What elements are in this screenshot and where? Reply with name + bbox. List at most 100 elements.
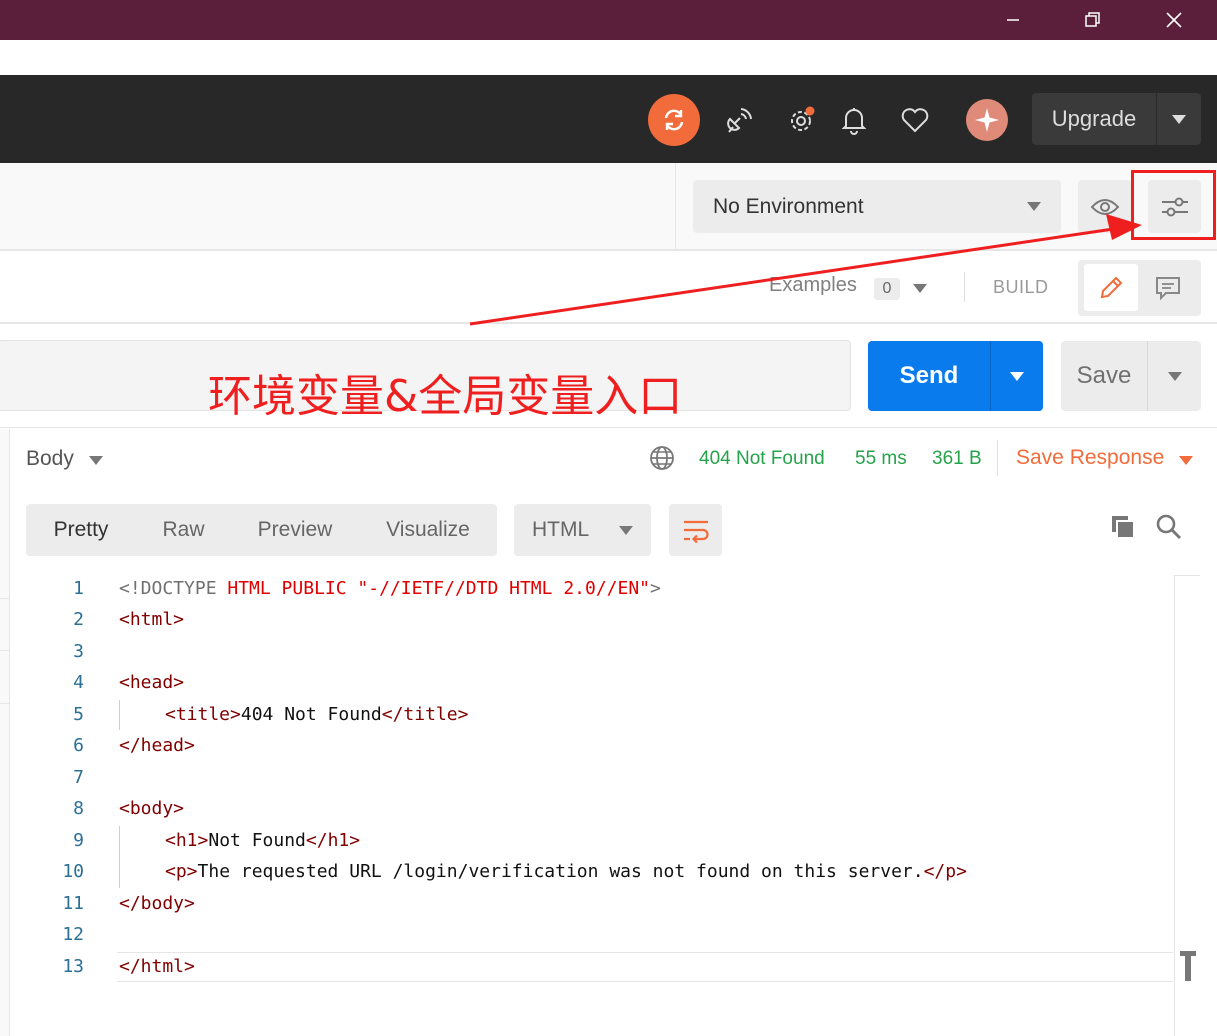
left-panel-edge bbox=[0, 429, 10, 1036]
notifications-button[interactable] bbox=[828, 94, 880, 146]
toolbar-divider bbox=[964, 272, 965, 302]
tab-pretty[interactable]: Pretty bbox=[26, 504, 136, 556]
send-options-dropdown[interactable] bbox=[991, 371, 1043, 381]
edit-mode-button[interactable] bbox=[1084, 264, 1138, 311]
code-line: <body> bbox=[119, 798, 184, 819]
chevron-down-icon bbox=[619, 525, 633, 535]
code-token: HTML PUBLIC "-//IETF//DTD HTML 2.0//EN" bbox=[227, 578, 651, 599]
response-divider bbox=[997, 440, 998, 476]
response-time[interactable]: 55 ms bbox=[855, 448, 907, 470]
line-number: 2 bbox=[73, 609, 84, 630]
comments-button[interactable] bbox=[1141, 264, 1195, 311]
examples-count-badge: 0 bbox=[874, 278, 900, 300]
code-token: Not Found bbox=[208, 830, 306, 851]
tab-preview[interactable]: Preview bbox=[231, 504, 359, 556]
current-line-highlight bbox=[117, 952, 1173, 982]
network-info-button[interactable] bbox=[648, 444, 676, 477]
code-line: <html> bbox=[119, 609, 184, 630]
close-button[interactable] bbox=[1151, 0, 1197, 40]
save-label: Save bbox=[1076, 362, 1132, 389]
code-token: </body> bbox=[119, 893, 195, 914]
response-status[interactable]: 404 Not Found bbox=[699, 448, 825, 470]
wrap-lines-icon bbox=[683, 520, 709, 543]
word-wrap-button[interactable] bbox=[669, 504, 722, 556]
annotation-highlight-box bbox=[1131, 170, 1216, 240]
code-line: <h1>Not Found</h1> bbox=[165, 830, 360, 851]
chevron-down-icon bbox=[1172, 114, 1186, 124]
code-token: </html> bbox=[119, 956, 195, 977]
response-section-dropdown[interactable] bbox=[89, 452, 103, 470]
build-mode-label[interactable]: BUILD bbox=[993, 277, 1049, 298]
environment-selected-value: No Environment bbox=[713, 194, 864, 218]
sync-icon bbox=[664, 109, 684, 131]
code-line: </head> bbox=[119, 735, 195, 756]
line-number: 5 bbox=[73, 704, 84, 725]
bell-icon bbox=[841, 108, 867, 135]
line-number: 11 bbox=[62, 893, 84, 914]
line-number: 9 bbox=[73, 830, 84, 851]
tab-raw[interactable]: Raw bbox=[136, 504, 231, 556]
save-options-dropdown[interactable] bbox=[1148, 371, 1201, 381]
copy-button[interactable] bbox=[1109, 513, 1137, 546]
minimize-button[interactable] bbox=[990, 0, 1036, 40]
environment-select[interactable]: No Environment bbox=[693, 180, 1061, 233]
chevron-down-icon bbox=[1179, 456, 1193, 465]
heart-icon bbox=[901, 108, 929, 133]
response-body-tab[interactable]: Body bbox=[26, 447, 74, 471]
user-avatar-button[interactable] bbox=[961, 94, 1013, 146]
code-token: 404 Not Found bbox=[240, 704, 382, 725]
code-line: </body> bbox=[119, 893, 195, 914]
send-button[interactable]: Send bbox=[868, 341, 1043, 411]
environment-quick-look-button[interactable] bbox=[1078, 180, 1132, 233]
settings-icon bbox=[791, 106, 815, 131]
left-panel-divider bbox=[0, 703, 10, 704]
save-response-button[interactable]: Save Response bbox=[1016, 446, 1164, 470]
save-response-dropdown[interactable] bbox=[1179, 452, 1193, 470]
line-number: 8 bbox=[73, 798, 84, 819]
line-number: 12 bbox=[62, 924, 84, 945]
code-token: > bbox=[650, 578, 661, 599]
eye-icon bbox=[1090, 198, 1120, 215]
maximize-button[interactable] bbox=[1070, 0, 1116, 40]
examples-dropdown[interactable] bbox=[913, 280, 927, 298]
capture-requests-button[interactable] bbox=[714, 94, 766, 146]
line-number: 7 bbox=[73, 767, 84, 788]
line-number: 10 bbox=[62, 861, 84, 882]
close-icon bbox=[1166, 12, 1182, 28]
code-token: <body> bbox=[119, 798, 185, 819]
chevron-down-icon bbox=[89, 456, 103, 465]
save-button[interactable]: Save bbox=[1061, 341, 1201, 411]
line-number: 6 bbox=[73, 735, 84, 756]
annotation-label: 环境变量&全局变量入口 bbox=[208, 371, 683, 422]
line-number: 13 bbox=[62, 956, 84, 977]
sync-button[interactable] bbox=[648, 94, 700, 146]
language-select[interactable]: HTML bbox=[514, 504, 651, 556]
send-label: Send bbox=[899, 362, 959, 389]
line-number: 3 bbox=[73, 641, 84, 662]
code-line: </html> bbox=[119, 956, 195, 977]
language-selected-value: HTML bbox=[532, 518, 590, 541]
upgrade-dropdown[interactable] bbox=[1157, 114, 1201, 124]
response-size[interactable]: 361 B bbox=[932, 448, 982, 470]
indent-guide bbox=[119, 826, 120, 888]
settings-button[interactable] bbox=[775, 94, 827, 146]
restore-icon bbox=[1085, 12, 1100, 27]
search-button[interactable] bbox=[1155, 513, 1183, 546]
comment-icon bbox=[1156, 276, 1180, 300]
tab-visualize[interactable]: Visualize bbox=[359, 504, 497, 556]
code-token: <p> bbox=[165, 861, 198, 882]
chevron-down-icon bbox=[1027, 202, 1041, 211]
response-view-tabs: Pretty Raw Preview Visualize bbox=[26, 504, 497, 556]
code-token: </p> bbox=[923, 861, 967, 882]
editor-scrollbar-edge bbox=[1174, 575, 1200, 576]
left-panel-divider bbox=[0, 650, 10, 651]
upgrade-label: Upgrade bbox=[1051, 106, 1137, 131]
examples-label[interactable]: Examples bbox=[769, 274, 857, 297]
code-token: <h1> bbox=[165, 830, 209, 851]
globe-icon bbox=[650, 446, 674, 470]
search-icon bbox=[1156, 514, 1181, 539]
favorites-button[interactable] bbox=[889, 94, 941, 146]
code-token: </h1> bbox=[305, 830, 361, 851]
upgrade-button[interactable]: Upgrade bbox=[1032, 93, 1201, 145]
code-line: <!DOCTYPE HTML PUBLIC "-//IETF//DTD HTML… bbox=[119, 578, 661, 599]
